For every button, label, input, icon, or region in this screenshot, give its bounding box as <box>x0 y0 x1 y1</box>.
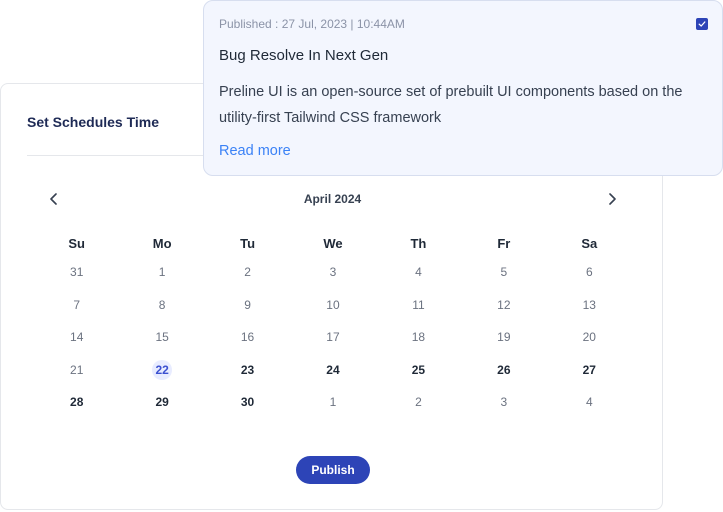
calendar-day-label: 6 <box>585 265 593 280</box>
weekday-header: Tu <box>240 235 256 251</box>
calendar-day-label: 4 <box>585 395 593 410</box>
calendar-day[interactable]: 3 <box>290 256 375 289</box>
calendar-day[interactable]: 21 <box>34 354 119 387</box>
calendar-day[interactable]: 17 <box>290 321 375 354</box>
calendar-day[interactable]: 15 <box>119 321 204 354</box>
calendar-day[interactable]: 24 <box>290 354 375 387</box>
calendar-day-label: 17 <box>326 330 340 345</box>
next-month-button[interactable] <box>603 190 621 208</box>
schedule-title: Set Schedules Time <box>27 114 160 130</box>
calendar-day-label: 3 <box>500 395 508 410</box>
calendar-day[interactable]: 20 <box>547 321 632 354</box>
calendar-day-label: 14 <box>70 330 84 345</box>
calendar-day[interactable]: 6 <box>547 256 632 289</box>
calendar-day[interactable]: 28 <box>34 386 119 419</box>
calendar-day-label: 9 <box>244 297 251 312</box>
calendar-day-label: 8 <box>158 297 166 312</box>
calendar-day[interactable]: 1 <box>290 386 375 419</box>
calendar-day-label: 30 <box>240 395 255 410</box>
calendar-day-label: 29 <box>155 395 169 410</box>
calendar-day[interactable]: 16 <box>205 321 290 354</box>
weekday-header: Fr <box>497 235 511 251</box>
weekday-header: Th <box>410 235 427 251</box>
calendar-grid: Su Mo Tu We Th Fr Sa 31 1 2 3 4 5 6 7 8 9 10 11 12 13… <box>34 230 632 419</box>
calendar-day-label: 1 <box>158 265 166 280</box>
calendar-day[interactable]: 2 <box>205 256 290 289</box>
calendar-day[interactable]: 10 <box>290 289 375 322</box>
calendar-day[interactable]: 31 <box>34 256 119 289</box>
calendar-day-label: 31 <box>70 265 84 280</box>
calendar-day[interactable]: 3 <box>461 386 546 419</box>
calendar-day[interactable]: 12 <box>461 289 546 322</box>
calendar-day[interactable]: 11 <box>376 289 461 322</box>
calendar-day-label: 23 <box>240 362 255 377</box>
calendar-day-label: 20 <box>582 330 596 345</box>
publish-button[interactable]: Publish <box>296 456 370 484</box>
calendar-day-label: 10 <box>326 297 340 312</box>
published-meta: Published : 27 Jul, 2023 | 10:44AM <box>219 17 405 31</box>
calendar-day-label: 4 <box>415 265 422 280</box>
calendar-day[interactable]: 18 <box>376 321 461 354</box>
chevron-right-icon <box>609 193 616 205</box>
notification-title: Bug Resolve In Next Gen <box>219 47 389 64</box>
calendar-day-label: 15 <box>155 330 169 345</box>
calendar-day[interactable]: 2 <box>376 386 461 419</box>
calendar-day-label: 25 <box>411 362 426 377</box>
calendar-day[interactable]: 4 <box>376 256 461 289</box>
calendar-day-label: 2 <box>244 265 251 280</box>
calendar-day-label: 22 <box>152 359 173 380</box>
calendar-day-label: 3 <box>329 265 337 280</box>
calendar-day[interactable]: 25 <box>376 354 461 387</box>
calendar-day[interactable]: 14 <box>34 321 119 354</box>
calendar-day-label: 24 <box>326 362 340 377</box>
calendar-day[interactable]: 9 <box>205 289 290 322</box>
calendar-day[interactable]: 27 <box>547 354 632 387</box>
calendar-day-label: 5 <box>500 265 508 280</box>
calendar-day-label: 13 <box>582 297 596 312</box>
calendar-day[interactable]: 29 <box>119 386 204 419</box>
calendar-day-label: 27 <box>582 362 596 377</box>
calendar-day-label: 18 <box>411 330 426 345</box>
calendar-day-label: 11 <box>412 297 425 312</box>
calendar-day[interactable]: 26 <box>461 354 546 387</box>
calendar-day[interactable]: 13 <box>547 289 632 322</box>
calendar-day-label: 28 <box>70 395 84 410</box>
calendar-day[interactable]: 1 <box>119 256 204 289</box>
calendar-day[interactable]: 23 <box>205 354 290 387</box>
weekday-header: We <box>323 235 343 251</box>
weekday-header: Su <box>68 235 86 251</box>
check-icon <box>698 21 706 27</box>
month-label: April 2024 <box>303 192 362 206</box>
calendar-day-today[interactable]: 22 <box>119 354 204 387</box>
calendar-day-label: 7 <box>73 297 81 312</box>
calendar-day-label: 19 <box>497 330 511 345</box>
calendar-day[interactable]: 8 <box>119 289 204 322</box>
calendar-day[interactable]: 30 <box>205 386 290 419</box>
select-checkbox[interactable] <box>696 18 708 30</box>
calendar-day-label: 12 <box>497 297 511 312</box>
calendar-day-label: 2 <box>415 395 422 410</box>
calendar-day[interactable]: 19 <box>461 321 546 354</box>
calendar-day-label: 21 <box>70 362 84 377</box>
calendar-day[interactable]: 4 <box>547 386 632 419</box>
notification-card: Published : 27 Jul, 2023 | 10:44AM Bug R… <box>203 0 723 176</box>
weekday-header: Mo <box>152 235 172 251</box>
read-more-link[interactable]: Read more <box>219 143 291 159</box>
calendar-day-label: 16 <box>240 330 255 345</box>
calendar-day-label: 1 <box>329 395 337 410</box>
calendar-day[interactable]: 7 <box>34 289 119 322</box>
calendar-day[interactable]: 5 <box>461 256 546 289</box>
notification-body: Preline UI is an open-source set of preb… <box>219 84 683 126</box>
calendar-day-label: 26 <box>497 362 511 377</box>
weekday-header: Sa <box>581 235 598 251</box>
